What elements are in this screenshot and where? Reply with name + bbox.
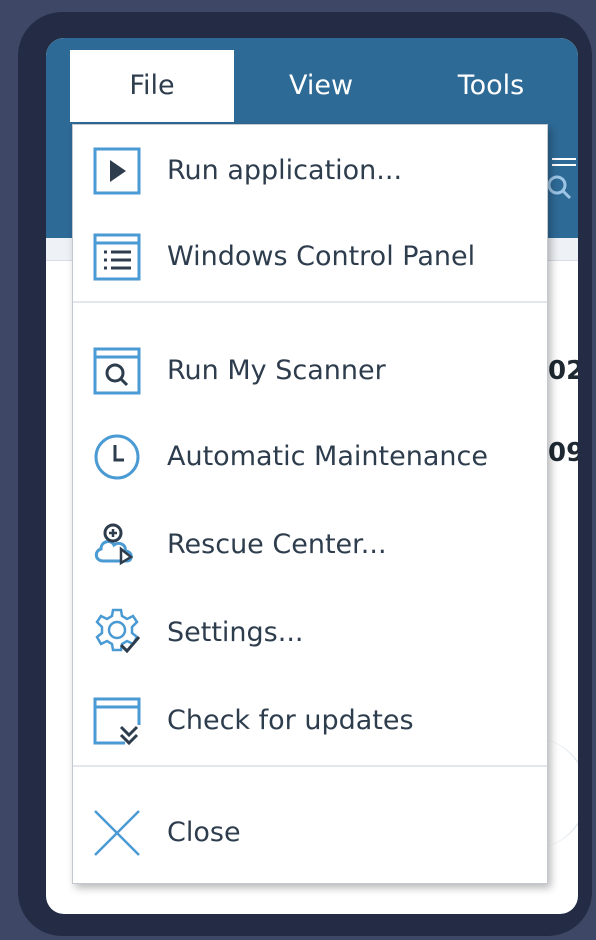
list-window-icon	[91, 231, 143, 283]
update-window-icon	[91, 695, 143, 747]
menu-item-label: Check for updates	[167, 705, 414, 736]
menu-item-label: Windows Control Panel	[167, 241, 476, 272]
search-icon[interactable]	[544, 172, 574, 202]
gear-check-icon	[91, 607, 143, 659]
menu-item-label: Close	[167, 817, 241, 848]
menu-item-label: Rescue Center...	[167, 529, 387, 560]
scanner-icon	[91, 345, 143, 397]
play-window-icon	[91, 145, 143, 197]
menu-item-windows-control-panel[interactable]: Windows Control Panel	[73, 217, 547, 297]
menu-item-check-for-updates[interactable]: Check for updates	[73, 681, 547, 761]
menu-separator	[73, 765, 547, 767]
rescue-cloud-icon	[91, 519, 143, 571]
menu-item-close[interactable]: Close	[73, 793, 547, 873]
menu-item-label: Run My Scanner	[167, 355, 386, 386]
menu-item-label: Run application...	[167, 155, 403, 186]
hamburger-icon[interactable]	[552, 158, 576, 166]
file-menu-dropdown: Run application... Windows Control Panel	[72, 124, 548, 884]
menu-separator	[73, 301, 547, 303]
menu-item-label: Automatic Maintenance	[167, 441, 488, 472]
menu-item-rescue-center[interactable]: Rescue Center...	[73, 505, 547, 585]
background-value: 02	[548, 356, 578, 386]
menu-tab-tools[interactable]: Tools	[416, 50, 566, 122]
background-value: 09	[548, 438, 578, 468]
menu-item-automatic-maintenance[interactable]: Automatic Maintenance	[73, 417, 547, 497]
clock-icon	[91, 431, 143, 483]
close-icon	[91, 807, 143, 859]
menu-tab-file[interactable]: File	[70, 50, 234, 122]
menu-item-run-application[interactable]: Run application...	[73, 131, 547, 211]
menu-tab-view[interactable]: View	[246, 50, 396, 122]
menu-item-settings[interactable]: Settings...	[73, 593, 547, 673]
menu-item-label: Settings...	[167, 617, 304, 648]
menu-item-run-my-scanner[interactable]: Run My Scanner	[73, 331, 547, 411]
